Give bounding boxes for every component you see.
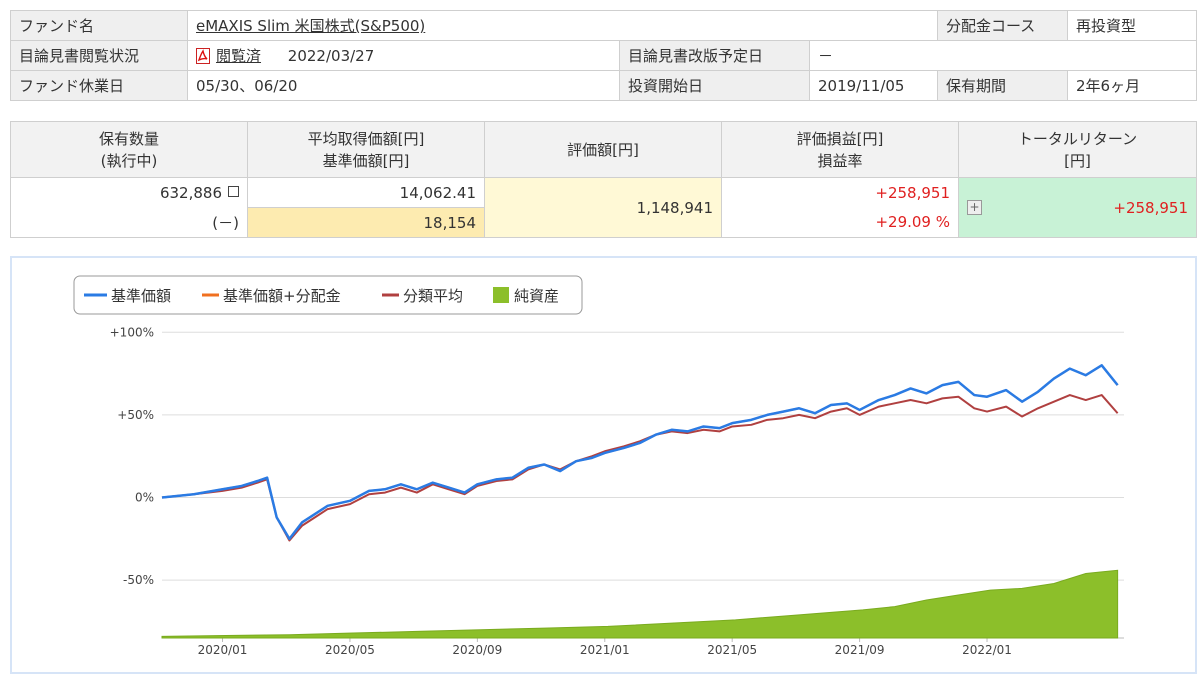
x-tick-label: 2020/09 — [452, 643, 502, 657]
avg-price-header-line1: 平均取得価額[円] — [307, 129, 425, 148]
avg-price-header: 平均取得価額[円] 基準価額[円] — [247, 121, 485, 178]
quantity-header-line1: 保有数量 — [98, 129, 159, 148]
y-tick-label: +100% — [110, 325, 154, 339]
investment-start-value: 2019/11/05 — [809, 70, 938, 101]
avg-price-header-line2: 基準価額[円] — [322, 151, 410, 170]
avg-price-value: 14,062.41 — [247, 177, 485, 208]
legend-label-category-avg[interactable]: 分類平均 — [403, 287, 463, 305]
x-tick-label: 2022/01 — [962, 643, 1012, 657]
fund-name-cell: eMAXIS Slim 米国株式(S&P500) — [187, 10, 938, 41]
pnl-value: +258,951 — [721, 177, 959, 208]
legend-swatch-net-assets — [493, 287, 509, 303]
expand-plus-icon[interactable]: + — [967, 199, 982, 215]
y-tick-label: +50% — [117, 408, 154, 422]
prospectus-status-cell: 閲覧済 2022/03/27 — [187, 40, 620, 71]
y-tick-label: -50% — [123, 573, 154, 587]
fund-name-link[interactable]: eMAXIS Slim 米国株式(S&P500) — [196, 17, 425, 35]
quantity-value: 632,886 — [159, 183, 222, 202]
prospectus-viewed-link[interactable]: 閲覧済 — [216, 47, 261, 65]
valuation-value: 1,148,941 — [484, 177, 722, 238]
series-layer — [161, 364, 1119, 639]
pnl-header-line1: 評価損益[円] — [796, 129, 884, 148]
pnl-header: 評価損益[円] 損益率 — [721, 121, 959, 178]
fund-holidays-value: 05/30、06/20 — [187, 70, 620, 101]
quantity-header-line2: (執行中) — [100, 151, 158, 170]
pnl-header-line2: 損益率 — [817, 151, 863, 170]
x-tick-label: 2021/01 — [580, 643, 630, 657]
total-return-header-line1: トータルリターン — [1017, 129, 1138, 148]
fund-name-label: ファンド名 — [10, 10, 188, 41]
fund-info-table: ファンド名 eMAXIS Slim 米国株式(S&P500) 分配金コース 再投… — [10, 10, 1197, 101]
holding-period-label: 保有期間 — [937, 70, 1068, 101]
holdings-table: 保有数量 (執行中) 平均取得価額[円] 基準価額[円] 評価額[円] 評価損益… — [10, 121, 1197, 238]
total-return-cell: + +258,951 — [958, 177, 1197, 238]
total-return-header-line2: [円] — [1064, 151, 1091, 170]
quantity-pending-value: (－) — [10, 207, 248, 238]
quantity-cell: 632,886 — [10, 177, 248, 208]
series-line-nav-dist — [161, 364, 1119, 540]
legend-label-net-assets[interactable]: 純資産 — [514, 287, 559, 305]
pdf-icon[interactable] — [196, 48, 210, 64]
prospectus-revision-value: － — [809, 40, 1197, 71]
series-line-nav — [161, 364, 1119, 541]
total-return-value: +258,951 — [1113, 198, 1188, 217]
prospectus-revision-label: 目論見書改版予定日 — [619, 40, 810, 71]
nav-value: 18,154 — [247, 207, 485, 238]
prospectus-viewed-date: 2022/03/27 — [287, 47, 375, 65]
checkbox-icon[interactable] — [228, 185, 239, 197]
holding-period-value: 2年6ヶ月 — [1067, 70, 1197, 101]
x-tick-label: 2021/05 — [707, 643, 757, 657]
quantity-header: 保有数量 (執行中) — [10, 121, 248, 178]
legend-label-nav-dist[interactable]: 基準価額+分配金 — [223, 287, 341, 305]
x-tick-label: 2020/05 — [325, 643, 375, 657]
series-line-category-avg — [161, 394, 1119, 542]
y-tick-label: 0% — [135, 491, 154, 505]
fund-holidays-label: ファンド休業日 — [10, 70, 188, 101]
distribution-course-value: 再投資型 — [1067, 10, 1197, 41]
investment-start-label: 投資開始日 — [619, 70, 810, 101]
pnl-rate-value: +29.09 % — [721, 207, 959, 238]
valuation-header: 評価額[円] — [484, 121, 722, 178]
x-tick-label: 2020/01 — [198, 643, 248, 657]
total-return-header: トータルリターン [円] — [958, 121, 1197, 178]
prospectus-status-label: 目論見書閲覧状況 — [10, 40, 188, 71]
distribution-course-label: 分配金コース — [937, 10, 1068, 41]
performance-chart: 基準価額 基準価額+分配金 分類平均 純資産 +100% +50% 0% -50% 20… — [10, 256, 1197, 674]
chart-legend: 基準価額 基準価額+分配金 分類平均 純資産 — [73, 275, 583, 315]
chart-svg: 基準価額 基準価額+分配金 分類平均 純資産 +100% +50% 0% -50% 20… — [73, 275, 1124, 657]
x-tick-label: 2021/09 — [835, 643, 885, 657]
legend-label-nav[interactable]: 基準価額 — [111, 287, 171, 305]
